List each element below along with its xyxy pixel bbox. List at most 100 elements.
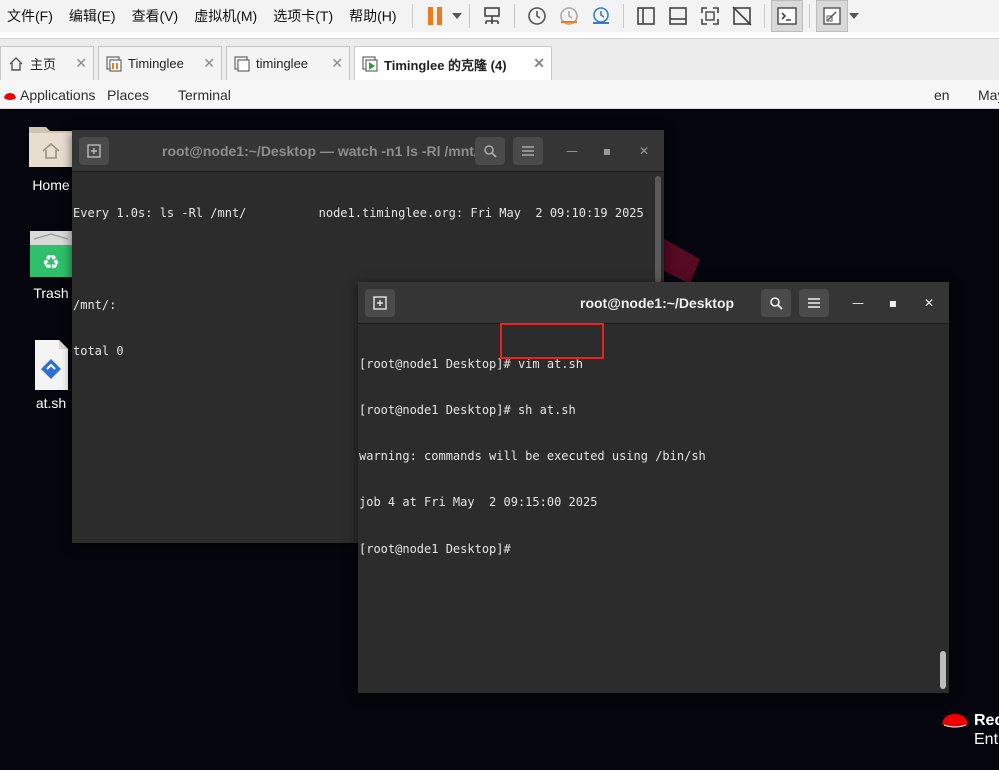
search-button[interactable] bbox=[475, 137, 505, 165]
hamburger-icon bbox=[808, 298, 820, 308]
redhat-brand: Red Ent bbox=[940, 711, 999, 749]
menu-tabs[interactable]: 选项卡(T) bbox=[266, 0, 342, 32]
pause-icon bbox=[427, 7, 442, 25]
console-view-button[interactable] bbox=[770, 0, 803, 32]
terminal-output-main[interactable]: [root@node1 Desktop]# vim at.sh [root@no… bbox=[358, 324, 949, 693]
close-icon[interactable]: ✕ bbox=[203, 55, 215, 72]
terminal-window-main[interactable]: root@node1:~/Desktop — ▪ ✕ [root@node1 D… bbox=[358, 282, 949, 693]
sidebar-layout-icon bbox=[636, 7, 655, 25]
snapshot-button[interactable] bbox=[521, 0, 553, 32]
new-tab-button[interactable] bbox=[79, 137, 109, 165]
scrollbar[interactable] bbox=[939, 326, 947, 690]
terminal-line: job 4 at Fri May 2 09:15:00 2025 bbox=[359, 495, 598, 510]
trash-icon: ♻ bbox=[26, 229, 76, 281]
hamburger-menu-button[interactable] bbox=[799, 289, 829, 317]
vm-running-icon bbox=[361, 55, 379, 73]
search-button[interactable] bbox=[761, 289, 791, 317]
svg-text:♻: ♻ bbox=[42, 250, 60, 274]
send-ctrl-alt-del-button[interactable] bbox=[476, 0, 508, 32]
tab-label: Timinglee 的克隆 (4) bbox=[384, 57, 507, 73]
unity-off-icon bbox=[731, 6, 752, 26]
network-icon bbox=[483, 7, 500, 24]
vm-icon bbox=[233, 55, 251, 73]
vm-tab-strip: 主页 ✕ Timinglee ✕ timinglee ✕ Timinglee 的… bbox=[0, 38, 999, 81]
tab-label: 主页 bbox=[30, 57, 57, 72]
menu-edit[interactable]: 编辑(E) bbox=[62, 0, 125, 32]
pause-button[interactable] bbox=[419, 0, 451, 32]
highlight-annotation-box bbox=[500, 323, 604, 359]
stretch-guest-button[interactable] bbox=[815, 0, 848, 32]
hamburger-icon bbox=[522, 146, 534, 156]
clock[interactable]: May bbox=[978, 87, 999, 103]
scrollbar[interactable] bbox=[654, 176, 662, 296]
menu-file[interactable]: 文件(F) bbox=[0, 0, 62, 32]
search-icon bbox=[770, 297, 783, 310]
language-indicator[interactable]: en bbox=[934, 87, 950, 103]
menu-help[interactable]: 帮助(H) bbox=[342, 0, 405, 32]
terminal-title: root@node1:~/Desktop bbox=[580, 295, 735, 311]
snapshot-manager-icon bbox=[592, 7, 609, 24]
fullscreen-icon bbox=[700, 7, 719, 25]
unity-mode-button[interactable] bbox=[726, 0, 758, 32]
terminal-line: warning: commands will be executed using… bbox=[359, 449, 706, 464]
brand-text-line2: Ent bbox=[974, 731, 999, 748]
new-tab-button[interactable] bbox=[365, 289, 395, 317]
scrollbar-thumb[interactable] bbox=[940, 651, 946, 689]
close-icon[interactable]: ✕ bbox=[533, 55, 545, 72]
tab-vm-clone-active[interactable]: Timinglee 的克隆 (4) ✕ bbox=[354, 46, 552, 81]
tab-home[interactable]: 主页 ✕ bbox=[0, 46, 94, 80]
search-icon bbox=[484, 145, 497, 158]
close-icon[interactable]: ✕ bbox=[331, 55, 343, 72]
minimize-icon[interactable]: — bbox=[849, 294, 867, 312]
toolbar-separator bbox=[468, 4, 470, 28]
terminal-title: root@node1:~/Desktop — watch -n1 ls -Rl … bbox=[162, 143, 478, 159]
terminal-titlebar[interactable]: root@node1:~/Desktop — ▪ ✕ bbox=[358, 282, 949, 324]
applications-menu[interactable]: Applications bbox=[20, 87, 96, 103]
menu-vm[interactable]: 虚拟机(M) bbox=[187, 0, 266, 32]
desktop: Home ♻ Trash at.sh Red Ent root@node1:~/… bbox=[0, 109, 999, 770]
terminal-line: [root@node1 Desktop]# vim at.sh bbox=[359, 356, 583, 371]
tab-label: Timinglee bbox=[128, 56, 184, 71]
minimize-icon[interactable]: — bbox=[563, 142, 581, 160]
revert-clock-icon bbox=[559, 7, 578, 25]
folder-home-icon bbox=[26, 121, 76, 173]
close-icon[interactable]: ✕ bbox=[635, 142, 653, 160]
home-icon bbox=[7, 55, 25, 73]
fullscreen-button[interactable] bbox=[694, 0, 726, 32]
menu-view[interactable]: 查看(V) bbox=[125, 0, 188, 32]
snapshot-clock-icon bbox=[527, 7, 546, 25]
maximize-icon[interactable]: ▪ bbox=[598, 142, 616, 160]
bottom-panel-layout-icon bbox=[668, 7, 687, 25]
stretch-icon bbox=[822, 7, 841, 25]
snapshot-manager-button[interactable] bbox=[585, 0, 617, 32]
console-icon bbox=[776, 7, 797, 25]
terminal-line: [root@node1 Desktop]# sh at.sh bbox=[359, 403, 576, 418]
tab-vm-timinglee[interactable]: Timinglee ✕ bbox=[98, 46, 222, 80]
script-file-icon bbox=[26, 339, 76, 391]
chevron-down-icon[interactable] bbox=[848, 0, 860, 32]
toolbar-separator bbox=[411, 4, 413, 28]
places-menu[interactable]: Places bbox=[107, 87, 149, 103]
show-library-button[interactable] bbox=[630, 0, 662, 32]
tab-vm-timinglee-lower[interactable]: timinglee ✕ bbox=[226, 46, 350, 80]
terminal-titlebar[interactable]: root@node1:~/Desktop — watch -n1 ls -Rl … bbox=[72, 130, 664, 172]
terminal-line: Every 1.0s: ls -Rl /mnt/ node1.timinglee… bbox=[73, 205, 644, 220]
maximize-icon[interactable]: ▪ bbox=[884, 294, 902, 312]
close-icon[interactable]: ✕ bbox=[920, 294, 938, 312]
terminal-app-menu[interactable]: Terminal bbox=[178, 87, 231, 103]
scrollbar-thumb[interactable] bbox=[655, 176, 661, 286]
show-thumbnail-button[interactable] bbox=[662, 0, 694, 32]
toolbar-separator bbox=[513, 4, 515, 28]
revert-snapshot-button[interactable] bbox=[553, 0, 585, 32]
vm-icon bbox=[105, 55, 123, 73]
close-icon[interactable]: ✕ bbox=[75, 55, 87, 72]
new-tab-icon bbox=[87, 144, 101, 158]
brand-text-line1: Red bbox=[974, 712, 999, 729]
hamburger-menu-button[interactable] bbox=[513, 137, 543, 165]
toolbar-separator bbox=[808, 4, 810, 28]
chevron-down-icon[interactable] bbox=[451, 0, 463, 32]
vmware-menubar: 文件(F) 编辑(E) 查看(V) 虚拟机(M) 选项卡(T) 帮助(H) bbox=[0, 0, 999, 32]
new-tab-icon bbox=[373, 296, 387, 310]
redhat-logo-icon bbox=[942, 714, 968, 728]
